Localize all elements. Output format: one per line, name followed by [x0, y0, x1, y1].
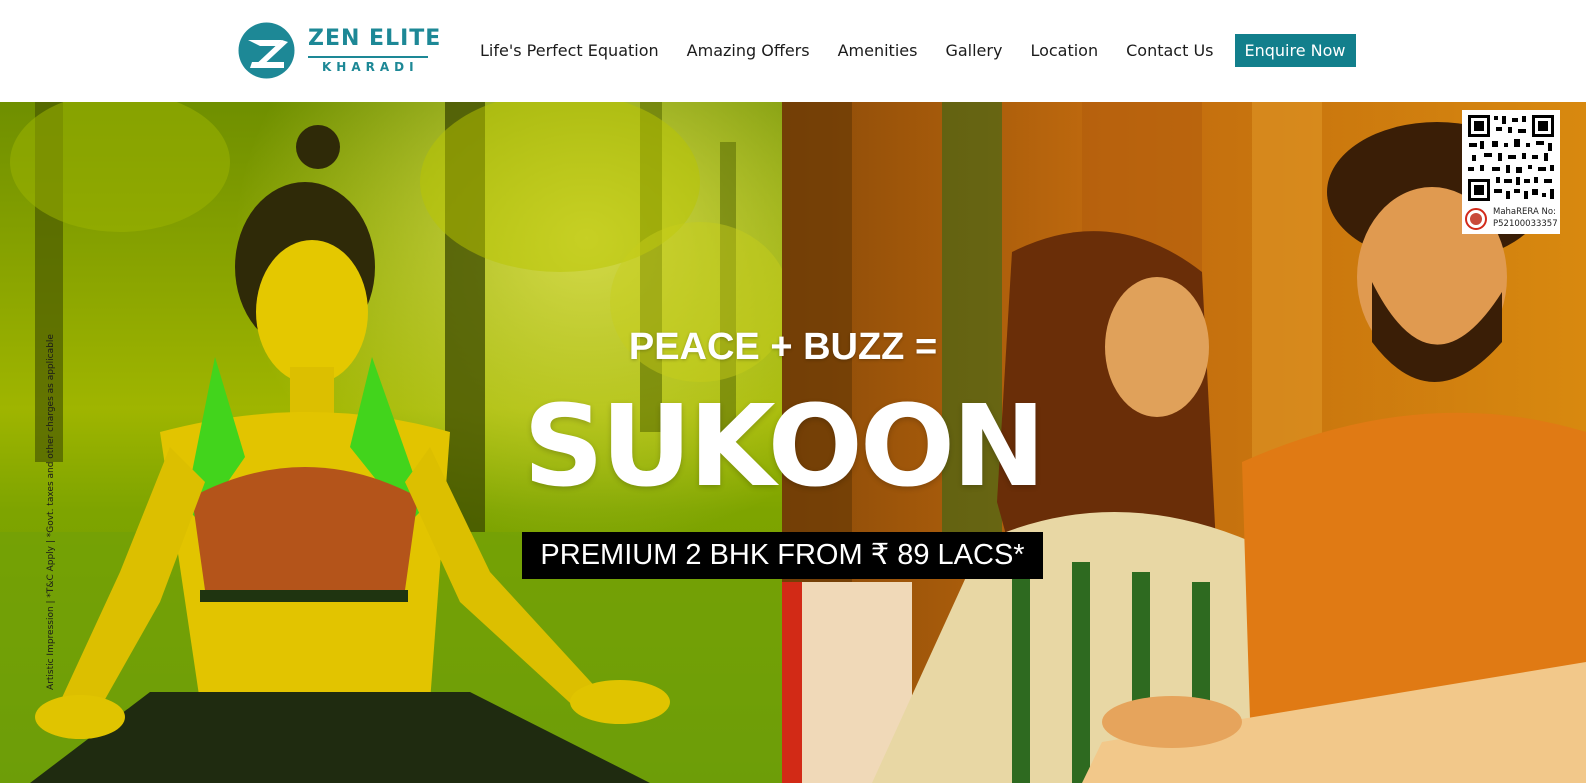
nav-item-amenities[interactable]: Amenities	[824, 41, 932, 60]
brand-name: ZEN ELITE	[308, 26, 442, 51]
disclaimer-text: Artistic Impression | *T&C Apply | *Govt…	[46, 334, 56, 690]
nav-item-amazing-offers[interactable]: Amazing Offers	[673, 41, 824, 60]
meditation-photo	[0, 102, 782, 783]
brand-location: KHARADI	[322, 60, 419, 74]
site-header: ZEN ELITE KHARADI Life's Perfect Equatio…	[0, 0, 1586, 102]
nav-item-lifes-perfect-equation[interactable]: Life's Perfect Equation	[466, 41, 673, 60]
brand-divider	[308, 56, 428, 58]
rera-number: P52100033357	[1493, 219, 1558, 229]
rera-qr-block: MahaRERA No: P52100033357	[1462, 110, 1560, 234]
main-nav: Life's Perfect Equation Amazing Offers A…	[466, 34, 1356, 67]
rera-label: MahaRERA No: P52100033357	[1493, 206, 1559, 230]
nav-item-gallery[interactable]: Gallery	[931, 41, 1016, 60]
rera-title: MahaRERA No:	[1493, 207, 1556, 217]
nav-item-location[interactable]: Location	[1016, 41, 1112, 60]
zen-logo-icon	[238, 22, 295, 79]
qr-code-icon	[1466, 113, 1556, 203]
brand-logo[interactable]: ZEN ELITE KHARADI	[238, 22, 442, 80]
rera-seal-icon	[1465, 208, 1487, 230]
hero-banner: Artistic Impression | *T&C Apply | *Govt…	[0, 102, 1586, 783]
nav-item-contact-us[interactable]: Contact Us	[1112, 41, 1227, 60]
enquire-now-button[interactable]: Enquire Now	[1234, 34, 1356, 67]
